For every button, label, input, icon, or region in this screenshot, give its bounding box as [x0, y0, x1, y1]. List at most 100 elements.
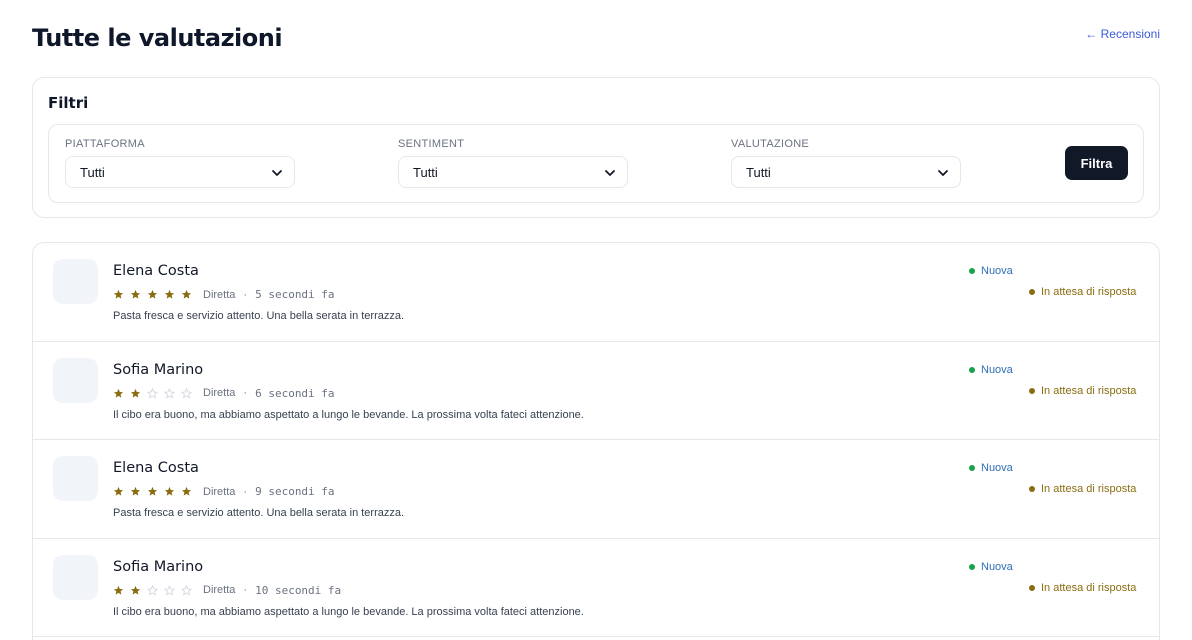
platform-select[interactable]: Tutti [65, 156, 295, 188]
review-time: 5 secondi fa [255, 288, 335, 301]
green-dot-icon [969, 563, 975, 570]
star-rating [113, 584, 192, 596]
review-platform: Diretta [203, 288, 236, 301]
star-filled-icon [130, 388, 141, 398]
star-filled-icon [147, 486, 158, 496]
meta-separator: · [243, 584, 248, 596]
reviewer-name: Sofia Marino [113, 361, 204, 378]
star-filled-icon [113, 585, 124, 595]
review-meta: Diretta · 6 secondi fa [113, 387, 335, 400]
star-filled-icon [113, 289, 124, 299]
star-empty-icon [147, 584, 158, 595]
meta-separator: · [243, 387, 248, 399]
green-dot-icon [969, 268, 975, 274]
review-time: 10 secondi fa [255, 583, 342, 597]
star-rating [113, 387, 192, 399]
review-text: Pasta fresca e servizio attento. Una bel… [113, 507, 405, 519]
chevron-down-icon [938, 170, 948, 176]
reviewer-name: Sofia Marino [113, 558, 204, 575]
avatar [53, 259, 98, 304]
rating-filter-label: VALUTAZIONE [731, 138, 810, 150]
amber-dot-icon [1029, 486, 1035, 492]
star-empty-icon [147, 387, 158, 398]
star-empty-icon [181, 387, 192, 398]
platform-filter: PIATTAFORMA Tutti [65, 138, 295, 188]
sentiment-filter: SENTIMENT Tutti [398, 138, 628, 188]
sentiment-select[interactable]: Tutti [398, 156, 628, 188]
status-new-label: Nuova [981, 363, 1013, 376]
star-filled-icon [181, 486, 192, 496]
status-new-label: Nuova [981, 560, 1013, 573]
filter-button[interactable]: Filtra [1065, 146, 1128, 180]
meta-separator: · [243, 485, 248, 498]
star-filled-icon [130, 585, 141, 595]
star-filled-icon [113, 486, 124, 496]
avatar [53, 357, 98, 403]
review-item[interactable]: Elena Costa Diretta · 5 secondi fa Pasta… [33, 243, 1159, 342]
rating-filter: VALUTAZIONE Tutti [731, 138, 961, 188]
status-badge-awaiting-reply: In attesa di risposta [1029, 286, 1136, 298]
review-platform: Diretta [203, 485, 236, 498]
status-reply-label: In attesa di risposta [1041, 286, 1137, 298]
review-text: Pasta fresca e servizio attento. Una bel… [113, 310, 405, 322]
reviews-list: Elena Costa Diretta · 5 secondi fa Pasta… [32, 242, 1160, 640]
star-filled-icon [164, 486, 175, 496]
star-filled-icon [130, 486, 141, 496]
filters-title: Filtri [48, 94, 89, 112]
review-text: Il cibo era buono, ma abbiamo aspettato … [113, 605, 584, 618]
star-rating [113, 486, 192, 497]
review-platform: Diretta [203, 584, 236, 596]
star-filled-icon [147, 289, 158, 299]
amber-dot-icon [1029, 387, 1035, 394]
status-badge-awaiting-reply: In attesa di risposta [1029, 483, 1136, 495]
status-reply-label: In attesa di risposta [1041, 581, 1137, 594]
status-badge-awaiting-reply: In attesa di risposta [1029, 582, 1136, 594]
platform-filter-label: PIATTAFORMA [65, 138, 145, 150]
filters-card: Filtri PIATTAFORMA Tutti SENTIMENT Tutti [32, 77, 1160, 218]
star-empty-icon [181, 584, 192, 595]
back-to-reviews-link[interactable]: ← Recensioni [1085, 27, 1160, 41]
review-meta: Diretta · 9 secondi fa [113, 485, 335, 498]
chevron-down-icon [272, 170, 282, 176]
star-rating [113, 289, 192, 300]
star-filled-icon [181, 289, 192, 299]
status-badge-new: Nuova [969, 561, 1013, 573]
review-meta: Diretta · 10 secondi fa [113, 584, 341, 597]
rating-select-value: Tutti [746, 164, 771, 180]
rating-select[interactable]: Tutti [731, 156, 961, 188]
reviewer-name: Elena Costa [113, 460, 199, 476]
avatar [53, 456, 98, 501]
platform-select-value: Tutti [80, 164, 105, 180]
review-item[interactable]: Sofia Marino Diretta · 10 secondi fa Il … [33, 539, 1159, 637]
amber-dot-icon [1029, 584, 1035, 591]
green-dot-icon [969, 366, 975, 373]
review-text: Il cibo era buono, ma abbiamo aspettato … [113, 408, 584, 421]
status-badge-new: Nuova [969, 364, 1013, 376]
filters-panel: PIATTAFORMA Tutti SENTIMENT Tutti VALUTA… [48, 124, 1144, 203]
reviewer-name: Elena Costa [113, 263, 199, 279]
review-item[interactable]: Elena Costa Diretta · 9 secondi fa Pasta… [33, 440, 1159, 539]
review-meta: Diretta · 5 secondi fa [113, 288, 335, 301]
green-dot-icon [969, 465, 975, 471]
status-reply-label: In attesa di risposta [1041, 483, 1137, 495]
status-new-label: Nuova [981, 265, 1013, 277]
chevron-down-icon [605, 170, 615, 176]
status-new-label: Nuova [981, 462, 1013, 474]
avatar [53, 554, 98, 600]
star-empty-icon [164, 387, 175, 398]
page: Tutte le valutazioni ← Recensioni Filtri… [0, 0, 1192, 640]
star-filled-icon [113, 388, 124, 398]
review-time: 6 secondi fa [255, 386, 335, 400]
page-title: Tutte le valutazioni [32, 24, 283, 52]
status-reply-label: In attesa di risposta [1041, 384, 1137, 397]
status-badge-awaiting-reply: In attesa di risposta [1029, 385, 1136, 397]
star-empty-icon [164, 584, 175, 595]
status-badge-new: Nuova [969, 462, 1013, 474]
meta-separator: · [243, 288, 248, 301]
star-filled-icon [130, 289, 141, 299]
star-filled-icon [164, 289, 175, 299]
amber-dot-icon [1029, 289, 1035, 295]
sentiment-select-value: Tutti [413, 164, 438, 180]
review-item[interactable]: Sofia Marino Diretta · 6 secondi fa Il c… [33, 342, 1159, 440]
review-time: 9 secondi fa [255, 485, 335, 498]
